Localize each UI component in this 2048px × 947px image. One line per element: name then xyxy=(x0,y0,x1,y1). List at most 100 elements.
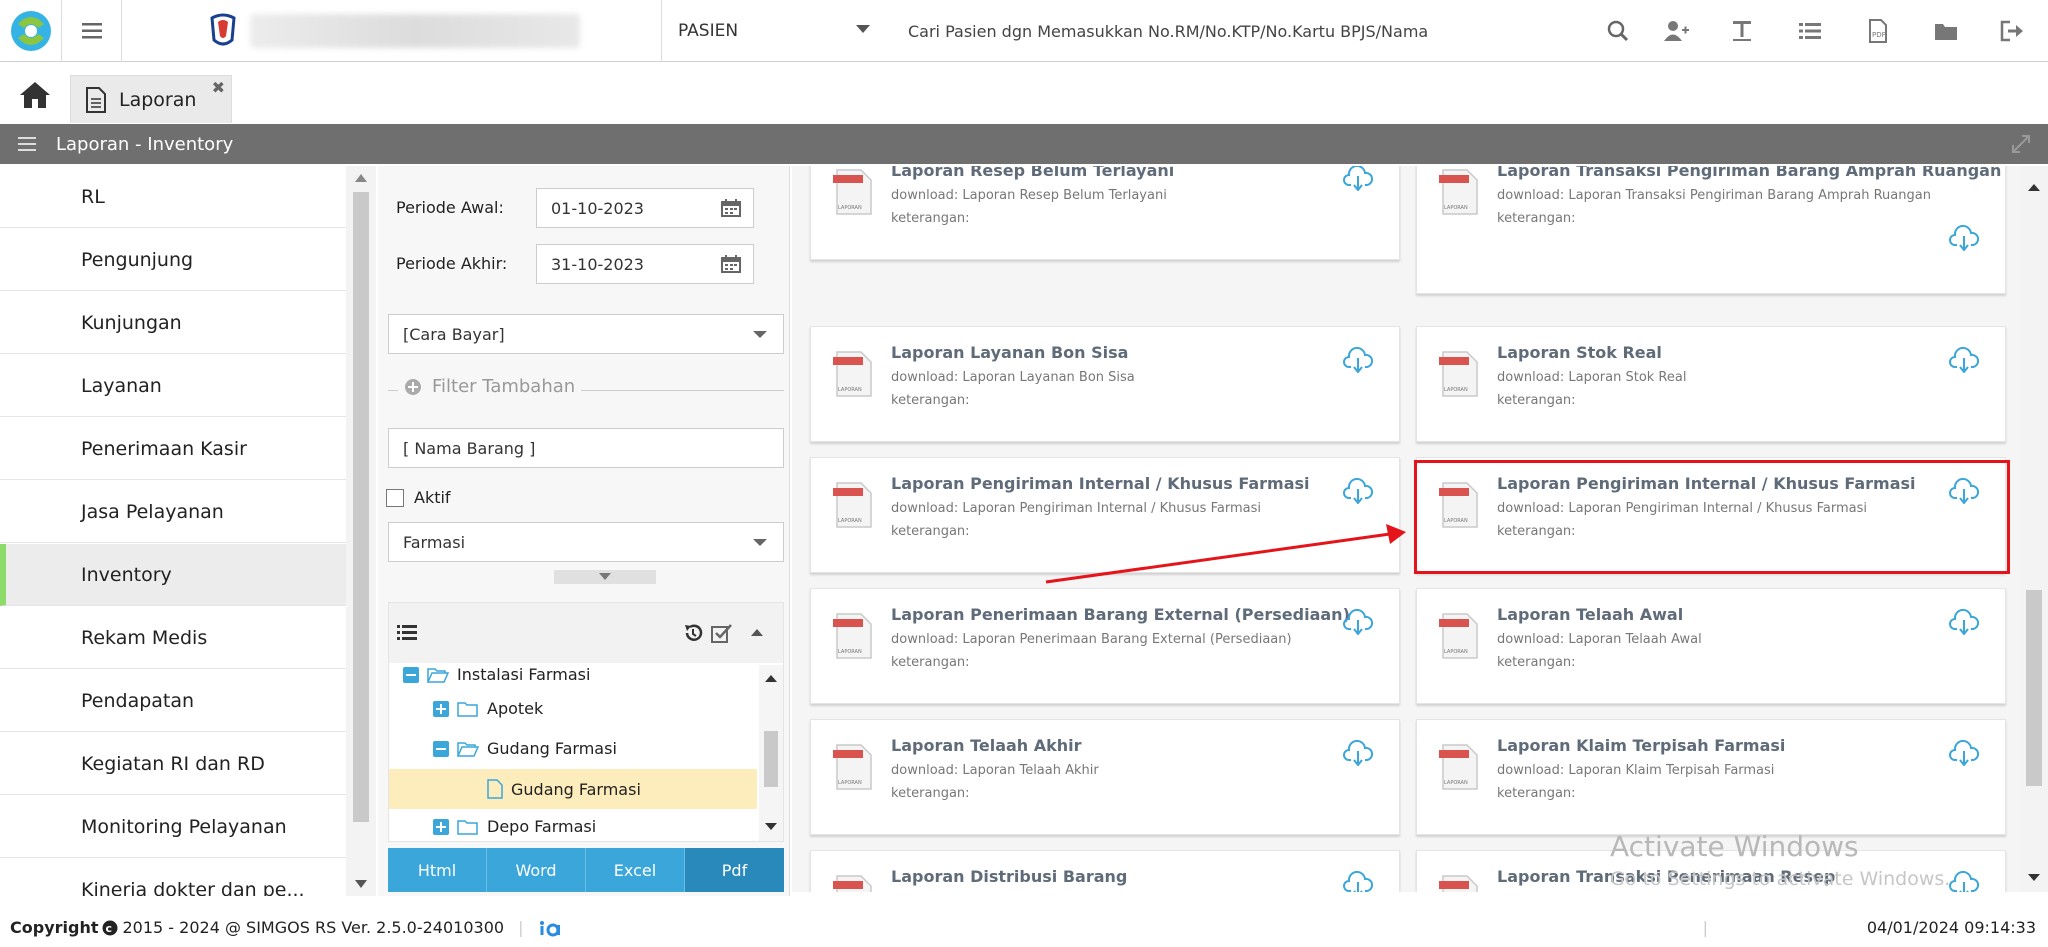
tree-node-label: Depo Farmasi xyxy=(487,817,597,836)
sidebar-item-jasa-pelayanan[interactable]: Jasa Pelayanan xyxy=(0,481,346,543)
svg-text:LAPORAN: LAPORAN xyxy=(838,518,862,524)
report-list-scrollbar[interactable] xyxy=(2020,166,2048,892)
scroll-down-icon[interactable] xyxy=(765,823,777,830)
svg-text:LAPORAN: LAPORAN xyxy=(838,387,862,393)
app-logo-icon xyxy=(10,11,51,51)
periode-akhir-input[interactable]: 31-10-2023 xyxy=(536,244,754,284)
scrollbar-thumb[interactable] xyxy=(353,192,369,822)
tree-node-apotek[interactable]: Apotek xyxy=(433,699,543,718)
cloud-download-icon[interactable] xyxy=(1949,346,1980,374)
report-title[interactable]: Laporan Klaim Terpisah Farmasi xyxy=(1497,736,1785,755)
hospital-header xyxy=(122,0,662,62)
report-title[interactable]: Laporan Transaksi Pengiriman Barang Ampr… xyxy=(1497,166,2001,180)
cloud-download-icon[interactable] xyxy=(1343,477,1374,505)
cloud-download-icon[interactable] xyxy=(1949,608,1980,636)
cloud-download-icon[interactable] xyxy=(1343,346,1374,374)
tree-scrollbar[interactable] xyxy=(759,665,783,841)
format-pdf-button[interactable]: Pdf xyxy=(685,848,784,892)
scroll-up-icon[interactable] xyxy=(2028,184,2040,191)
report-card[interactable]: LAPORAN Laporan Stok Real download: Lapora… xyxy=(1416,326,2006,442)
tree-node-gudang-farmasi-leaf[interactable]: Gudang Farmasi xyxy=(487,779,641,799)
sidebar-item-layanan[interactable]: Layanan xyxy=(0,355,346,417)
reset-icon[interactable] xyxy=(683,623,703,643)
cloud-download-icon[interactable] xyxy=(1343,739,1374,767)
app-logo[interactable] xyxy=(0,0,62,62)
cara-bayar-select[interactable]: [Cara Bayar] xyxy=(388,314,784,354)
sidebar-item-pengunjung[interactable]: Pengunjung xyxy=(0,229,346,291)
sidebar-item-penerimaan-kasir[interactable]: Penerimaan Kasir xyxy=(0,418,346,480)
report-card[interactable]: LAPORAN Laporan Klaim Terpisah Farmasi dow… xyxy=(1416,719,2006,835)
panel-title-bar: Laporan - Inventory xyxy=(0,124,2048,164)
sidebar-item-kinerja-dokter[interactable]: Kinerja dokter dan pe... xyxy=(0,859,346,896)
chevron-down-icon xyxy=(599,573,611,580)
tree-node-label: Gudang Farmasi xyxy=(511,779,641,799)
tree-node-depo-farmasi[interactable]: Depo Farmasi xyxy=(433,817,596,836)
sidebar-scrollbar[interactable] xyxy=(346,166,376,896)
scroll-up-icon[interactable] xyxy=(765,675,777,682)
logout-button[interactable] xyxy=(1996,15,2028,47)
cloud-download-icon[interactable] xyxy=(1343,608,1374,636)
format-html-button[interactable]: Html xyxy=(388,848,487,892)
search-button[interactable] xyxy=(1602,15,1634,47)
format-word-button[interactable]: Word xyxy=(487,848,586,892)
report-title[interactable]: Laporan Stok Real xyxy=(1497,343,1662,362)
report-card[interactable]: LAPORAN Laporan Telaah Awal download: Lapo… xyxy=(1416,588,2006,704)
report-card[interactable]: LAPORAN Laporan Transaksi Pengiriman Bara… xyxy=(1416,166,2006,294)
report-card[interactable]: LAPORAN Laporan Layanan Bon Sisa download:… xyxy=(810,326,1400,442)
report-title[interactable]: Laporan Penerimaan Barang External (Pers… xyxy=(891,605,1350,624)
filter-tambahan-toggle[interactable]: Filter Tambahan xyxy=(398,376,582,397)
folder-open-icon xyxy=(427,667,449,683)
sidebar-item-inventory[interactable]: Inventory xyxy=(0,544,346,606)
collapse-handle[interactable] xyxy=(554,570,656,584)
cloud-download-icon[interactable] xyxy=(1343,870,1374,892)
sidebar-item-label: Kinerja dokter dan pe... xyxy=(81,879,305,896)
list-button[interactable] xyxy=(1794,15,1826,47)
tree-node-gudang-farmasi[interactable]: Gudang Farmasi xyxy=(433,739,617,758)
sidebar-item-monitoring-pelayanan[interactable]: Monitoring Pelayanan xyxy=(0,796,346,858)
report-card[interactable]: LAPORAN Laporan Penerimaan Barang Externa… xyxy=(810,588,1400,704)
report-title[interactable]: Laporan Telaah Akhir xyxy=(891,736,1082,755)
annotation-arrow xyxy=(1045,524,1406,584)
report-card[interactable]: LAPORAN Laporan Telaah Akhir download: Lap… xyxy=(810,719,1400,835)
patient-type-select[interactable]: PASIEN xyxy=(662,0,890,62)
home-button[interactable] xyxy=(18,80,58,114)
pdf-button[interactable]: PDF xyxy=(1862,15,1894,47)
nama-barang-input[interactable]: [ Nama Barang ] xyxy=(388,428,784,468)
report-card[interactable]: LAPORAN Laporan Distribusi Barang xyxy=(810,850,1400,892)
report-title[interactable]: Laporan Layanan Bon Sisa xyxy=(891,343,1128,362)
sidebar-item-pendapatan[interactable]: Pendapatan xyxy=(0,670,346,732)
scrollbar-thumb[interactable] xyxy=(2026,590,2042,786)
report-title[interactable]: Laporan Pengiriman Internal / Khusus Far… xyxy=(891,474,1310,493)
checkbox-box[interactable] xyxy=(386,488,404,507)
sidebar-item-rl[interactable]: RL xyxy=(0,166,346,228)
hamburger-menu-button[interactable] xyxy=(62,0,122,62)
format-excel-button[interactable]: Excel xyxy=(586,848,685,892)
cloud-download-icon[interactable] xyxy=(1949,739,1980,767)
aktif-checkbox[interactable]: Aktif xyxy=(386,488,451,507)
text-button[interactable] xyxy=(1726,15,1758,47)
report-title[interactable]: Laporan Telaah Awal xyxy=(1497,605,1683,624)
report-title[interactable]: Laporan Distribusi Barang xyxy=(891,867,1127,886)
scroll-down-icon[interactable] xyxy=(2028,874,2040,881)
sidebar-item-rekam-medis[interactable]: Rekam Medis xyxy=(0,607,346,669)
sidebar-item-kunjungan[interactable]: Kunjungan xyxy=(0,292,346,354)
sidebar-item-kegiatan-ri-rd[interactable]: Kegiatan RI dan RD xyxy=(0,733,346,795)
periode-awal-input[interactable]: 01-10-2023 xyxy=(536,188,754,228)
report-download-text: download: Laporan Pengiriman Internal / … xyxy=(891,501,1261,516)
report-card[interactable]: LAPORAN Laporan Resep Belum Terlayani down… xyxy=(810,166,1400,260)
folder-button[interactable] xyxy=(1930,15,1962,47)
check-all-icon[interactable] xyxy=(711,623,733,643)
scrollbar-thumb[interactable] xyxy=(764,731,778,787)
expand-icon[interactable] xyxy=(2012,135,2030,153)
tab-laporan[interactable]: Laporan ✖ xyxy=(70,75,232,123)
close-tab-icon[interactable]: ✖ xyxy=(212,78,225,97)
jenis-select[interactable]: Farmasi xyxy=(388,522,784,562)
cloud-download-icon[interactable] xyxy=(1949,224,1980,252)
tree-node-instalasi-farmasi[interactable]: Instalasi Farmasi xyxy=(403,665,590,684)
patient-search-input[interactable]: Cari Pasien dgn Memasukkan No.RM/No.KTP/… xyxy=(908,0,1428,62)
cloud-download-icon[interactable] xyxy=(1949,870,1980,892)
report-title[interactable]: Laporan Resep Belum Terlayani xyxy=(891,166,1174,180)
add-patient-button[interactable] xyxy=(1660,15,1692,47)
chevron-up-icon[interactable] xyxy=(751,629,763,636)
cloud-download-icon[interactable] xyxy=(1343,166,1374,192)
